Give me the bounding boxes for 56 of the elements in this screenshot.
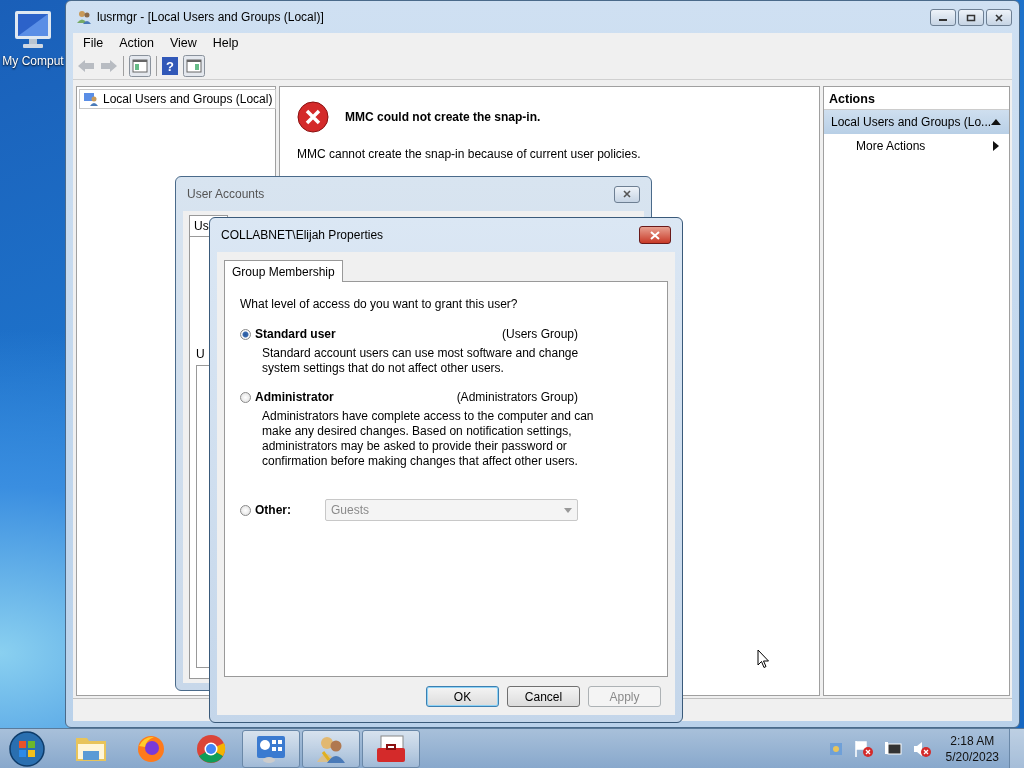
close-icon [622, 190, 632, 198]
time-text: 2:18 AM [950, 732, 995, 749]
error-icon [297, 101, 329, 133]
menu-item[interactable]: Action [111, 36, 162, 50]
close-icon [994, 13, 1004, 22]
minimize-button[interactable] [930, 9, 956, 26]
users-icon [83, 91, 99, 107]
help-button[interactable]: ? [162, 57, 178, 75]
mouse-pointer-icon [757, 649, 770, 669]
show-hide-tree-icon[interactable] [129, 55, 151, 77]
radio-button[interactable] [240, 328, 251, 340]
option-label[interactable]: Administrator [255, 390, 334, 404]
collapse-icon[interactable] [991, 119, 1001, 125]
clock[interactable]: 2:18 AM 5/20/2023 [945, 732, 999, 765]
taskbar-button[interactable] [362, 729, 420, 768]
restore-button[interactable] [958, 9, 984, 26]
group-name: (Users Group) [502, 327, 578, 341]
tree-item[interactable]: Local Users and Groups (Local) [79, 89, 277, 109]
option-description: Standard account users can use most software and change system settings that do not affect other users. [262, 346, 580, 376]
browser-icon [196, 733, 226, 764]
window-title: lusrmgr - [Local Users and Groups (Local)] [97, 10, 324, 24]
option-description: Administrators have complete access to the computer and can make any desired changes. Based on notification settings, administrators may be asked to provide their password or confirmation before making changes that affect other users. [262, 409, 594, 469]
action-item[interactable]: More Actions [856, 139, 926, 153]
actions-section-header[interactable]: Local Users and Groups (Lo... [824, 110, 1009, 134]
menu-item[interactable]: View [161, 36, 205, 50]
menu-item[interactable]: File [75, 36, 112, 50]
option-label[interactable]: Standard user [255, 327, 336, 341]
close-button[interactable] [639, 226, 671, 244]
date-text: 5/20/2023 [945, 748, 999, 765]
start-button[interactable] [8, 729, 46, 768]
network-icon[interactable] [883, 740, 902, 757]
tab[interactable]: Group Membership [224, 260, 343, 282]
close-icon [649, 230, 661, 240]
desktop-icon-label[interactable]: My Comput [2, 54, 64, 68]
label-text: U [196, 347, 205, 361]
toolbox-icon [375, 733, 407, 764]
group-name: (Administrators Group) [456, 390, 578, 404]
dialog-button[interactable]: OK [426, 686, 499, 707]
control-panel-icon [255, 733, 287, 764]
submenu-arrow-icon[interactable] [993, 141, 999, 151]
error-heading: MMC could not create the snap-in. [345, 110, 541, 124]
taskbar-button[interactable] [242, 729, 300, 768]
question-text: What level of access do you want to grant this user? [240, 297, 519, 311]
show-hide-action-pane-icon[interactable] [183, 55, 205, 77]
flag-error-icon[interactable] [853, 739, 874, 758]
speaker-muted-icon[interactable] [911, 739, 932, 758]
window-title: User Accounts [187, 187, 265, 201]
browser-icon [136, 733, 166, 764]
menu-item[interactable]: Help [204, 36, 247, 50]
close-button[interactable] [614, 185, 640, 203]
users-icon [76, 9, 92, 25]
error-message: MMC cannot create the snap-in because of current user policies. [297, 147, 642, 161]
dialog-button[interactable]: Cancel [507, 686, 580, 707]
close-button[interactable] [986, 9, 1012, 26]
restore-icon [966, 13, 976, 22]
radio-button[interactable] [240, 391, 251, 403]
